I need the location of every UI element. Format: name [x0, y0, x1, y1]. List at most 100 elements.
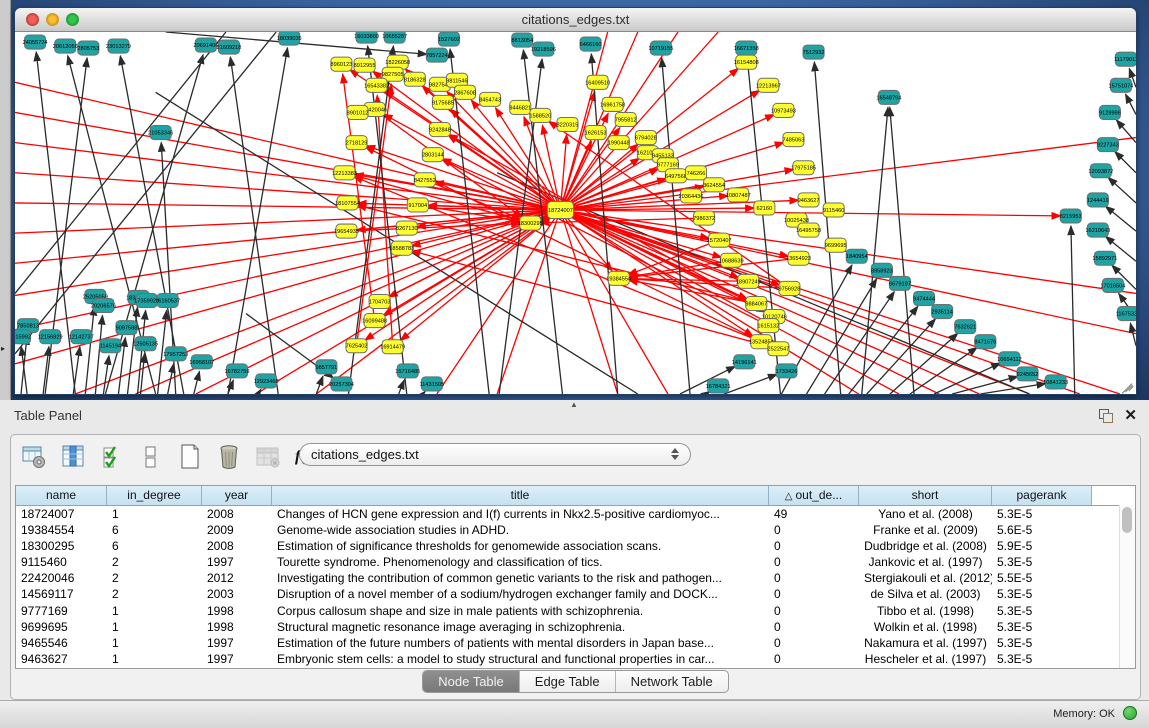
table-row[interactable]: 969969511998Structural magnetic resonanc… — [16, 619, 1135, 635]
graph-node[interactable]: 8220315 — [557, 117, 579, 131]
graph-node[interactable]: 1145194 — [100, 339, 121, 353]
table-settings-icon[interactable] — [19, 442, 49, 472]
graph-node[interactable]: 19654935 — [334, 224, 359, 238]
table-row[interactable]: 946554611997Estimation of the future num… — [16, 635, 1135, 651]
graph-node[interactable]: 10973493 — [771, 103, 796, 117]
graph-node[interactable]: 3915992 — [15, 330, 31, 344]
minimize-window-icon[interactable] — [46, 13, 59, 26]
graph-node[interactable]: 7512932 — [803, 45, 825, 59]
graph-node[interactable]: 16409510 — [585, 75, 610, 89]
graph-node[interactable]: 2718129 — [346, 136, 368, 150]
graph-node[interactable]: 9245652 — [1017, 367, 1039, 381]
graph-node[interactable]: 7625402 — [346, 339, 368, 353]
graph-node[interactable]: 8186328 — [404, 72, 426, 86]
table-vertical-scrollbar[interactable] — [1119, 505, 1135, 668]
graph-node[interactable]: 16099488 — [362, 314, 387, 328]
column-header-title[interactable]: title — [272, 486, 769, 505]
close-panel-icon[interactable]: ✕ — [1124, 406, 1137, 424]
graph-node[interactable]: 18039035 — [277, 32, 302, 45]
window-resize-grip[interactable] — [1118, 376, 1134, 392]
graph-node[interactable]: 8471676 — [974, 335, 996, 349]
graph-node[interactable]: 12156829 — [38, 330, 63, 344]
graph-node[interactable]: 10654112 — [997, 352, 1022, 366]
graph-node[interactable]: 1626153 — [585, 126, 607, 140]
graph-node[interactable]: 62160 — [754, 201, 775, 215]
graph-node[interactable]: 6794028 — [635, 131, 657, 145]
graph-node[interactable]: 10841233 — [1043, 375, 1068, 389]
delete-table-icon[interactable] — [214, 442, 244, 472]
graph-node[interactable]: 18907249 — [736, 274, 761, 288]
graph-node[interactable]: 8215953 — [1060, 209, 1082, 223]
graph-node[interactable]: 1733426 — [776, 364, 798, 378]
float-panel-icon[interactable] — [1099, 409, 1113, 423]
table-row[interactable]: 2242004622012Investigating the contribut… — [16, 570, 1135, 586]
table-row[interactable]: 1938455462009Genome-wide association stu… — [16, 522, 1135, 538]
graph-node[interactable]: 16154808 — [734, 55, 759, 69]
graph-node[interactable]: 18588783 — [389, 241, 414, 255]
graph-node[interactable]: 917004 — [407, 198, 428, 212]
graph-node[interactable]: 1244419 — [1087, 193, 1109, 207]
graph-node[interactable]: 16210643 — [1085, 223, 1110, 237]
graph-node[interactable]: 11179011 — [1114, 52, 1136, 66]
network-view-window[interactable]: citations_edges.txt 24055724206120562805… — [14, 7, 1137, 395]
graph-node[interactable]: 12213383 — [332, 166, 357, 180]
table-row[interactable]: 977716911998Corpus callosum shape and si… — [16, 603, 1135, 619]
graph-node[interactable]: 16782759 — [225, 364, 250, 378]
table-row[interactable]: 946362711997Embryonic stem cells: a mode… — [16, 651, 1135, 667]
clear-selection-icon[interactable] — [136, 442, 166, 472]
graph-node[interactable]: 10655287 — [382, 32, 407, 43]
graph-node[interactable]: 9857791 — [315, 360, 337, 374]
graph-node[interactable]: 2867608 — [454, 85, 476, 99]
graph-node[interactable]: 8912955 — [354, 58, 376, 72]
graph-node[interactable]: 9175685 — [432, 95, 454, 109]
graph-node[interactable]: 2935114 — [931, 305, 952, 319]
graph-node[interactable]: 19384554 — [606, 271, 631, 285]
graph-node[interactable]: 1990448 — [608, 136, 630, 150]
graph-node[interactable]: 7857224 — [426, 48, 448, 62]
graph-node[interactable]: 16961758 — [600, 97, 625, 111]
graph-node[interactable]: 2805753 — [77, 41, 99, 55]
graph-node[interactable]: 21053346 — [148, 126, 173, 140]
graph-node[interactable]: 9756928 — [779, 281, 801, 295]
panel-resize-handle[interactable]: ▲ — [570, 400, 578, 409]
graph-node[interactable]: 9242848 — [429, 123, 451, 137]
graph-node[interactable]: 16914479 — [380, 340, 405, 354]
graph-node[interactable]: 16495758 — [796, 223, 821, 237]
graph-node[interactable]: 12505135 — [133, 337, 158, 351]
graph-node[interactable]: 11675334 — [1116, 307, 1136, 321]
panel-expand-arrow-icon[interactable]: ▸ — [1, 344, 5, 353]
graph-node[interactable]: 8901012 — [347, 105, 369, 119]
graph-node[interactable]: 7986372 — [693, 211, 715, 225]
graph-node[interactable]: 9227343 — [1097, 138, 1119, 152]
graph-node[interactable]: 7632621 — [954, 320, 976, 334]
network-canvas[interactable]: 2405572420612056280575323013279206914062… — [15, 32, 1136, 394]
graph-node[interactable]: 18300295 — [518, 216, 543, 230]
graph-node[interactable]: 6466160 — [580, 37, 602, 51]
table-row[interactable]: 1456911722003Disruption of a novel membe… — [16, 586, 1135, 602]
table-row[interactable]: 911546021997Tourette syndrome. Phenomeno… — [16, 554, 1135, 570]
graph-node[interactable]: 17016504 — [1100, 278, 1125, 292]
graph-node[interactable]: 1527602 — [438, 32, 460, 46]
graph-node[interactable]: 18107554 — [335, 196, 360, 210]
graph-node[interactable]: 7955812 — [615, 112, 637, 126]
graph-node[interactable]: 13654923 — [786, 251, 811, 265]
column-header-name[interactable]: name — [16, 486, 107, 505]
graph-node[interactable]: 8454743 — [479, 92, 501, 106]
tab-network-table[interactable]: Network Table — [616, 671, 728, 692]
graph-node[interactable]: 17359928 — [134, 293, 159, 307]
graph-node[interactable]: 16671358 — [734, 41, 759, 55]
graph-node[interactable]: 16784321 — [706, 379, 731, 393]
graph-node[interactable]: 9474444 — [913, 291, 935, 305]
graph-node[interactable]: 12093872 — [1088, 164, 1113, 178]
graph-node[interactable]: 20612056 — [53, 39, 78, 53]
graph-node[interactable]: 8267130 — [396, 221, 418, 235]
column-header-out_de[interactable]: △out_de... — [769, 486, 859, 505]
graph-node[interactable]: 2803144 — [422, 148, 444, 162]
graph-node[interactable]: 15720407 — [707, 233, 732, 247]
graph-node[interactable]: 16033809 — [354, 32, 379, 43]
graph-node[interactable]: 9884067 — [745, 296, 767, 310]
graph-node[interactable]: 21609218 — [216, 40, 241, 54]
graph-node[interactable]: 1840954 — [846, 249, 868, 263]
graph-node[interactable]: 746266 — [685, 166, 706, 180]
graph-node[interactable]: 15892971 — [1092, 251, 1117, 265]
